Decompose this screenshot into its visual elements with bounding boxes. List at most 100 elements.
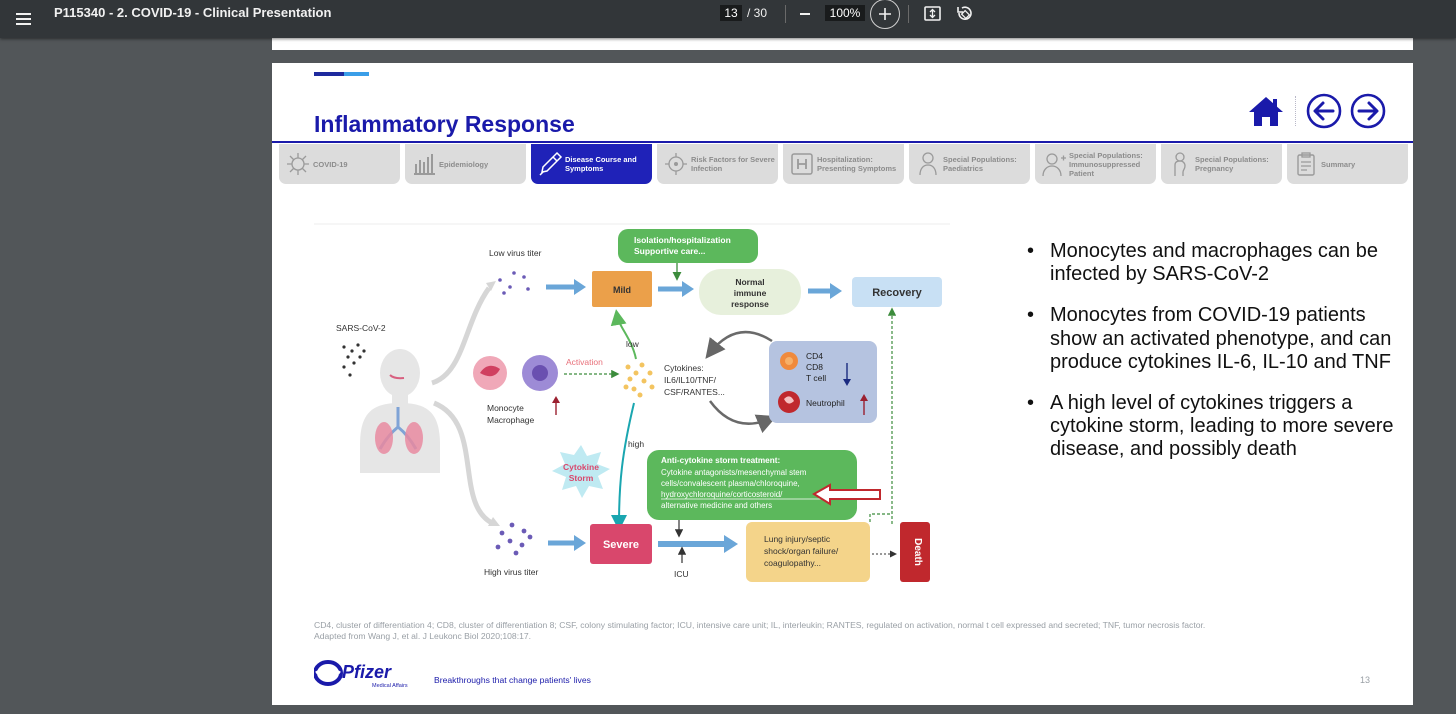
tab-label: Special Populations: Paediatrics xyxy=(943,155,1017,173)
footnote-abbreviations: CD4, cluster of differentiation 4; CD8, … xyxy=(314,620,1206,630)
page-total: / 30 xyxy=(747,6,768,20)
low-titer-particles xyxy=(498,271,530,295)
rotate-icon xyxy=(957,6,972,20)
pfizer-subtitle: Medical Affairs xyxy=(372,683,408,689)
normal-immune-text: Normal xyxy=(735,277,764,287)
virus-icon xyxy=(287,153,309,175)
previous-slide-button[interactable] xyxy=(1306,93,1342,134)
anti-cytokine-text: hydroxychloroquine/corticosteroid/ xyxy=(661,490,783,499)
normal-immune-text: response xyxy=(731,299,769,309)
isolation-text: Isolation/hospitalization xyxy=(634,235,731,245)
lung-to-recovery-link xyxy=(869,513,892,522)
title-accent-bar xyxy=(344,72,369,76)
bullet-item: A high level of cytokines triggers a cyt… xyxy=(1024,392,1394,462)
tab-hospitalization[interactable]: Hospitalization: Presenting Symptoms xyxy=(783,144,904,184)
cytokines-text: Cytokines: xyxy=(664,363,704,373)
toolbar-divider xyxy=(785,5,786,23)
slide-number: 13 xyxy=(1360,675,1371,685)
low-arrow xyxy=(610,309,637,360)
lung-injury-text: Lung injury/septic xyxy=(764,534,831,544)
tab-label: Summary xyxy=(1321,159,1356,169)
menu-icon[interactable] xyxy=(10,6,36,32)
normal-immune-text: immune xyxy=(734,288,767,298)
zoom-level-input[interactable] xyxy=(825,5,865,21)
pfizer-wordmark: Pfizer xyxy=(342,662,392,682)
bullet-item: Monocytes from COVID-19 patients show an… xyxy=(1024,304,1394,374)
lung-injury-text: shock/organ failure/ xyxy=(764,546,839,556)
cd8-label: CD8 xyxy=(806,362,823,372)
tab-epidemiology[interactable]: Epidemiology xyxy=(405,144,526,184)
hospital-icon xyxy=(791,153,813,175)
fit-to-page-button[interactable] xyxy=(922,4,944,24)
tagline: Breakthroughs that change patients' live… xyxy=(434,675,591,685)
high-titer-particles xyxy=(495,522,533,556)
tab-label: Special Populations: Pregnancy xyxy=(1195,155,1269,173)
tab-label: Special Populations: Immunosuppressed Pa… xyxy=(1069,150,1143,178)
slide-page: Inflammatory Response COVID-19 Epidemiol… xyxy=(272,63,1413,705)
rotate-button[interactable] xyxy=(954,4,976,24)
tab-summary[interactable]: Summary xyxy=(1287,144,1408,184)
page-number-input[interactable] xyxy=(720,5,742,21)
bullet-list: Monocytes and macrophages can be infecte… xyxy=(1024,240,1394,480)
feedback-arrow xyxy=(708,400,777,434)
tab-pregnancy[interactable]: Special Populations: Pregnancy xyxy=(1161,144,1282,184)
tab-immunosuppressed[interactable]: Special Populations: Immunosuppressed Pa… xyxy=(1035,144,1156,184)
anti-cytokine-text: Cytokine antagonists/mesenchymal stem xyxy=(661,468,807,477)
arrow-left-icon xyxy=(1306,93,1342,129)
sars-cov-2-label: SARS-CoV-2 xyxy=(336,323,386,333)
zoom-out-button[interactable] xyxy=(796,5,814,23)
home-icon xyxy=(1249,97,1283,126)
inflammatory-response-diagram: SARS-CoV-2 Low virus titer Isolation/hos… xyxy=(314,223,950,582)
document-title: P115340 - 2. COVID-19 - Clinical Present… xyxy=(54,5,332,20)
tab-risk-factors[interactable]: Risk Factors for Severe Infection xyxy=(657,144,778,184)
t-cell-label: T cell xyxy=(806,373,826,383)
title-underline xyxy=(272,141,1413,143)
tab-label: Hospitalization: Presenting Symptoms xyxy=(817,155,897,173)
pfizer-logo: Pfizer Medical Affairs xyxy=(314,660,408,689)
neutrophil-label: Neutrophil xyxy=(806,398,845,408)
clipboard-icon xyxy=(1297,152,1315,176)
high-arrow xyxy=(611,402,635,531)
plus-icon xyxy=(879,8,891,20)
severe-label: Severe xyxy=(603,539,639,551)
cytokine-storm-label: Storm xyxy=(569,473,594,483)
low-virus-titer-label: Low virus titer xyxy=(489,248,542,258)
high-label: high xyxy=(628,439,644,449)
footnote-citation: Adapted from Wang J, et al. J Leukonc Bi… xyxy=(314,630,532,641)
high-virus-titer-label: High virus titer xyxy=(484,567,538,577)
tab-covid-19[interactable]: COVID-19 xyxy=(279,144,400,184)
virus-icon xyxy=(665,153,687,175)
macrophage-label: Macrophage xyxy=(487,415,535,425)
monocyte-label: Monocyte xyxy=(487,403,524,413)
death-label: Death xyxy=(912,538,923,566)
bullet-item: Monocytes and macrophages can be infecte… xyxy=(1024,240,1394,286)
baby-icon xyxy=(919,152,937,176)
toolbar-divider xyxy=(908,5,909,23)
fit-page-icon xyxy=(924,6,941,21)
anti-cytokine-text: alternative medicine and others xyxy=(661,501,772,510)
lung-injury-text: coagulopathy... xyxy=(764,558,821,568)
tab-paediatrics[interactable]: Special Populations: Paediatrics xyxy=(909,144,1030,184)
next-slide-button[interactable] xyxy=(1350,93,1386,134)
home-button[interactable] xyxy=(1248,95,1284,132)
anti-cytokine-text: cells/convalescent plasma/chloroquine, xyxy=(661,479,800,488)
footnote: CD4, cluster of differentiation 4; CD8, … xyxy=(314,620,1374,641)
tab-disease-course[interactable]: Disease Course and Symptoms xyxy=(531,144,652,184)
pregnancy-icon xyxy=(1174,152,1186,176)
zoom-in-button[interactable] xyxy=(870,0,900,29)
cytokine-storm-label: Cytokine xyxy=(563,462,599,472)
thermometer-icon xyxy=(539,151,563,176)
tab-label: Risk Factors for Severe Infection xyxy=(691,155,775,173)
human-body-figure xyxy=(360,349,440,473)
nav-divider xyxy=(1295,96,1296,126)
cytokines-text: IL6/IL10/TNF/ xyxy=(664,375,717,385)
title-accent-bar xyxy=(314,72,344,76)
mild-label: Mild xyxy=(613,285,631,295)
body-to-high-titer-arrow xyxy=(432,400,494,526)
slide-title: Inflammatory Response xyxy=(314,111,575,137)
virus-particles xyxy=(342,343,366,377)
monocyte-macrophage-cells xyxy=(473,355,558,391)
low-label: low xyxy=(626,339,640,349)
recovery-label: Recovery xyxy=(872,287,922,299)
cd4-label: CD4 xyxy=(806,351,823,361)
